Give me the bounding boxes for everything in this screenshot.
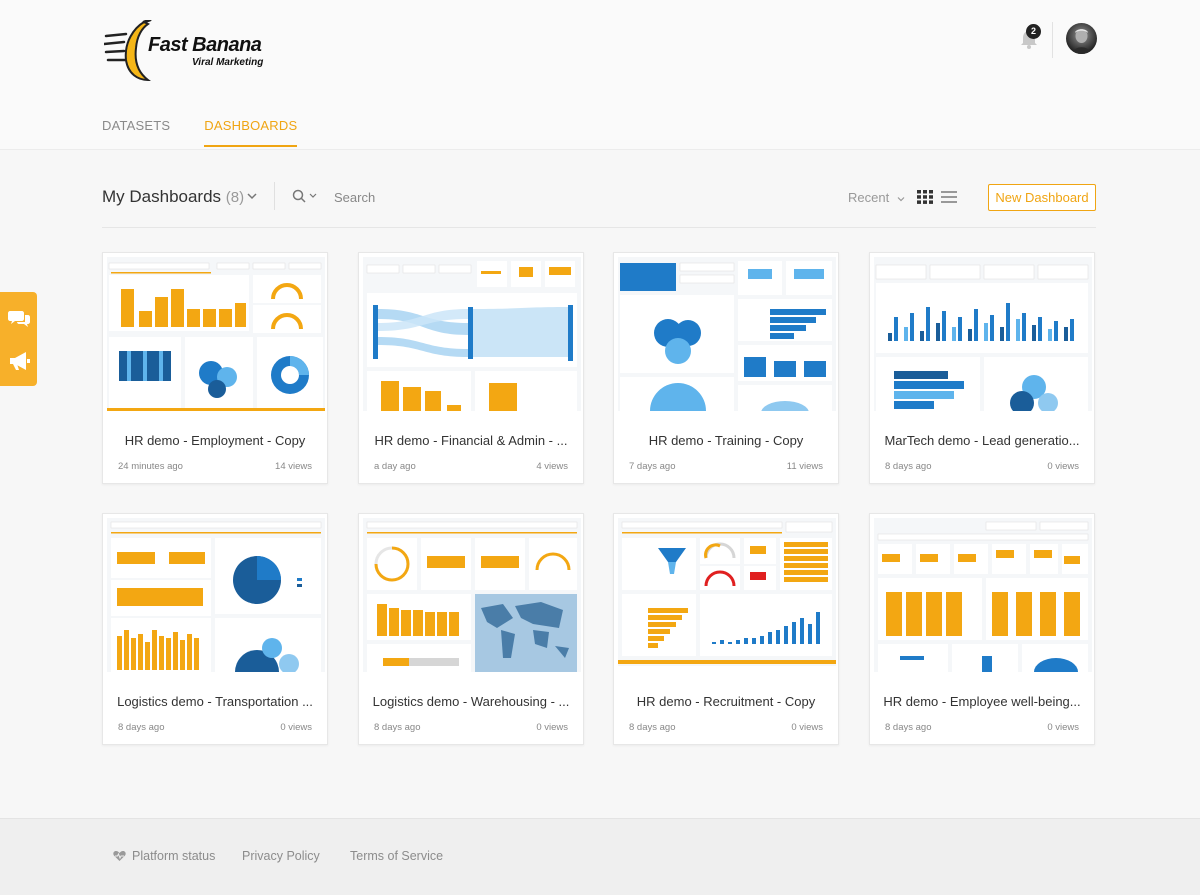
card-time: 8 days ago (118, 722, 165, 733)
brand-logo[interactable]: Fast Banana Viral Marketing (104, 20, 274, 84)
card-time: 8 days ago (885, 722, 932, 733)
card-time: a day ago (374, 461, 416, 472)
toolbar-divider (274, 182, 275, 210)
card-time: 8 days ago (885, 461, 932, 472)
card-views: 11 views (786, 461, 823, 472)
dashboard-preview-icon (107, 262, 325, 411)
banana-logo-icon (104, 20, 152, 82)
dashboard-count: (8) (225, 189, 245, 206)
card-views: 14 views (275, 461, 312, 472)
main-tabs: DATASETS DASHBOARDS (102, 118, 298, 147)
dashboard-thumbnail (874, 257, 1092, 411)
dashboard-card[interactable]: Logistics demo - Warehousing - ... 8 day… (358, 513, 584, 745)
brand-tagline: Viral Marketing (192, 57, 264, 68)
chevron-down-icon[interactable] (246, 190, 258, 202)
dashboard-preview-icon (618, 521, 836, 672)
card-title: Logistics demo - Transportation ... (117, 694, 313, 709)
card-time: 7 days ago (629, 461, 676, 472)
dashboards-selector[interactable]: My Dashboards (8) (102, 187, 244, 207)
chat-icon[interactable] (8, 308, 30, 328)
card-title: MarTech demo - Lead generatio... (884, 433, 1080, 448)
dashboard-preview-icon (877, 521, 1089, 672)
card-title: HR demo - Training - Copy (648, 433, 804, 448)
dashboard-card[interactable]: HR demo - Recruitment - Copy 8 days ago … (613, 513, 839, 745)
dashboard-thumbnail (618, 518, 836, 672)
dashboard-card[interactable]: HR demo - Training - Copy 7 days ago 11 … (613, 252, 839, 484)
user-avatar[interactable] (1066, 23, 1097, 54)
card-time: 8 days ago (374, 722, 421, 733)
dashboard-thumbnail (107, 518, 325, 672)
card-title: HR demo - Recruitment - Copy (636, 694, 816, 709)
notification-badge: 2 (1026, 24, 1041, 39)
dashboard-preview-icon (620, 261, 832, 411)
heart-pulse-icon (113, 851, 126, 861)
user-photo-icon (1072, 29, 1091, 54)
dashboard-card[interactable]: HR demo - Employment - Copy 24 minutes a… (102, 252, 328, 484)
card-title: Logistics demo - Warehousing - ... (372, 694, 570, 709)
dashboard-preview-icon (110, 521, 322, 672)
card-title: HR demo - Employee well-being... (883, 694, 1081, 709)
search-input[interactable] (334, 187, 534, 207)
search-icon[interactable] (292, 189, 318, 203)
header-divider (1052, 22, 1053, 58)
grid-view-icon[interactable] (917, 190, 933, 204)
megaphone-icon[interactable] (8, 351, 30, 371)
tab-dashboards[interactable]: DASHBOARDS (204, 118, 298, 147)
card-time: 8 days ago (629, 722, 676, 733)
platform-status-link[interactable]: Platform status (132, 849, 215, 863)
card-views: 0 views (791, 722, 823, 733)
dashboard-card[interactable]: Logistics demo - Transportation ... 8 da… (102, 513, 328, 745)
terms-of-service-link[interactable]: Terms of Service (350, 849, 443, 863)
page-title: My Dashboards (102, 187, 222, 206)
dashboard-thumbnail (363, 257, 581, 411)
dashboard-card[interactable]: HR demo - Employee well-being... 8 days … (869, 513, 1095, 745)
privacy-policy-link[interactable]: Privacy Policy (242, 849, 320, 863)
sort-dropdown[interactable]: Recent (848, 190, 905, 205)
card-title: HR demo - Employment - Copy (124, 433, 306, 448)
chevron-down-icon (897, 196, 905, 201)
dashboard-preview-icon (366, 261, 577, 411)
dashboard-card[interactable]: MarTech demo - Lead generatio... 8 days … (869, 252, 1095, 484)
dashboard-thumbnail (618, 257, 836, 411)
card-views: 4 views (536, 461, 568, 472)
dashboard-thumbnail (874, 518, 1092, 672)
dashboard-thumbnail (363, 518, 581, 672)
card-views: 0 views (1047, 722, 1079, 733)
app-header: Fast Banana Viral Marketing 2 DATASETS D… (0, 0, 1200, 150)
page-footer: Platform status Privacy Policy Terms of … (0, 818, 1200, 895)
card-views: 0 views (536, 722, 568, 733)
new-dashboard-button[interactable]: New Dashboard (988, 184, 1096, 211)
tab-datasets[interactable]: DATASETS (102, 118, 170, 147)
sort-label: Recent (848, 190, 890, 205)
card-views: 0 views (280, 722, 312, 733)
dashboards-toolbar: My Dashboards (8) Recent New Dashboard (102, 180, 1096, 228)
dashboard-preview-icon (366, 521, 578, 672)
list-view-icon[interactable] (941, 190, 957, 204)
feedback-side-tab (0, 292, 37, 386)
brand-name: Fast Banana (148, 34, 262, 56)
dashboard-preview-icon (875, 264, 1089, 411)
card-views: 0 views (1047, 461, 1079, 472)
card-time: 24 minutes ago (118, 461, 183, 472)
dashboard-card[interactable]: HR demo - Financial & Admin - ... a day … (358, 252, 584, 484)
card-title: HR demo - Financial & Admin - ... (374, 433, 568, 448)
dashboard-thumbnail (107, 257, 325, 411)
